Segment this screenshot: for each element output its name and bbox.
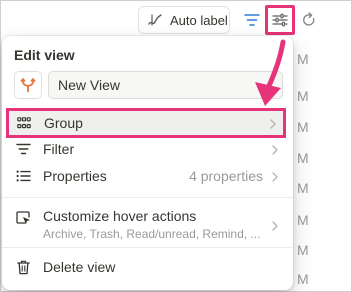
chevron-right-icon xyxy=(269,117,277,135)
hover-actions-summary: Archive, Trash, Read/unread, Remind, ... xyxy=(43,227,261,241)
refresh-icon xyxy=(303,12,315,26)
cursor-box-icon xyxy=(14,209,32,227)
fork-icon xyxy=(20,78,36,93)
menu-divider xyxy=(2,247,293,248)
filter-lines-icon xyxy=(244,14,260,26)
chevron-right-icon xyxy=(271,143,279,161)
auto-label-text: Auto label xyxy=(170,12,228,28)
auto-label-button[interactable]: Auto label xyxy=(138,6,230,34)
menu-item-delete-view[interactable]: Delete view xyxy=(8,252,285,282)
menu-item-label: Filter xyxy=(43,141,75,157)
menu-item-filter[interactable]: Filter xyxy=(8,134,285,164)
menu-divider xyxy=(2,197,293,198)
list-item-letter: M xyxy=(297,51,309,67)
menu-item-label: Group xyxy=(44,115,83,131)
filter-icon xyxy=(14,140,32,158)
view-name-input[interactable] xyxy=(48,71,283,99)
edit-view-menu: Edit view Group xyxy=(2,36,293,290)
menu-item-label: Customize hover actions xyxy=(43,208,197,224)
list-icon xyxy=(14,167,32,185)
list-item-letter: M xyxy=(297,212,309,228)
menu-title: Edit view xyxy=(14,47,75,63)
chevron-right-icon xyxy=(271,170,279,188)
list-item-letter: M xyxy=(297,180,309,196)
trash-icon xyxy=(14,258,32,276)
refresh-button[interactable] xyxy=(299,9,319,31)
list-item-letter: M xyxy=(297,88,309,104)
list-item-letter: M xyxy=(297,150,309,166)
chevron-right-icon xyxy=(271,219,279,237)
list-item-letter: M xyxy=(297,271,309,287)
view-settings-button[interactable] xyxy=(265,5,295,35)
menu-item-label: Delete view xyxy=(43,259,116,275)
menu-item-label: Properties xyxy=(43,168,107,184)
view-icon-picker[interactable] xyxy=(14,71,42,99)
menu-item-properties[interactable]: Properties 4 properties xyxy=(8,161,285,191)
list-item-letter: M xyxy=(297,242,309,258)
list-item-letter: M xyxy=(297,119,309,135)
filter-button[interactable] xyxy=(243,10,261,30)
settings-sliders-icon xyxy=(272,13,288,27)
group-grid-icon xyxy=(15,114,33,132)
menu-item-customize-hover[interactable]: Customize hover actions Archive, Trash, … xyxy=(8,203,285,247)
pen-wave-icon xyxy=(148,14,162,26)
properties-count: 4 properties xyxy=(189,168,263,184)
